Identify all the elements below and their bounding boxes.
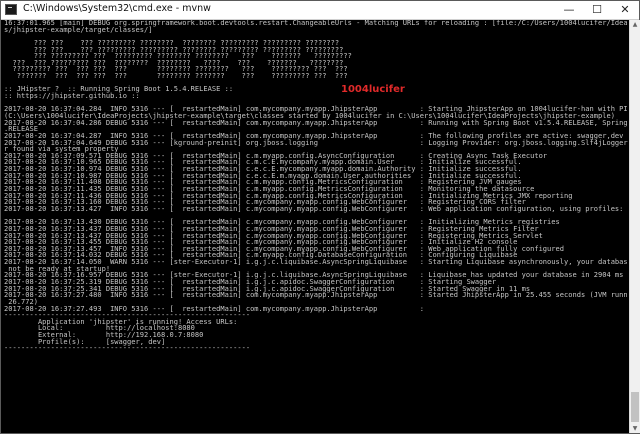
console-line: :: https://jhipster.github.io :: [4,91,140,101]
minimize-button[interactable]: — [555,1,583,19]
scroll-down-icon[interactable]: ▼ [630,424,640,433]
title-bar[interactable]: C:\Windows\System32\cmd.exe - mvnw — ☐ ✕ [1,1,639,20]
maximize-button[interactable]: ☐ [583,1,611,19]
console-line: 2017-08-20 16:37:27.480 INFO 5316 --- [ … [4,290,628,300]
close-button[interactable]: ✕ [611,1,639,19]
cmd-window: C:\Windows\System32\cmd.exe - mvnw — ☐ ✕… [0,0,640,434]
watermark-label: 1004lucifer [341,84,405,95]
vertical-scrollbar[interactable]: ▲ ▼ [629,20,640,433]
console-line: 2017-08-20 16:37:13.427 INFO 5316 --- [ … [4,203,628,213]
console-line: 2017-08-20 16:37:04.286 DEBUG 5316 --- [… [4,117,628,127]
console-output[interactable]: 16:37:01.965 [main] DEBUG org.springfram… [4,20,628,432]
scroll-thumb[interactable] [631,392,639,422]
console-line: ??????? ??? ??? ??? ??? ???????? ???????… [4,71,348,81]
console-line: ----------------------------------------… [4,343,251,353]
console-line: s/jhipster-example/target/classes/] [4,24,153,34]
cmd-icon[interactable] [5,4,17,15]
scroll-up-icon[interactable]: ▲ [630,20,640,29]
window-title: C:\Windows\System32\cmd.exe - mvnw [23,3,211,14]
